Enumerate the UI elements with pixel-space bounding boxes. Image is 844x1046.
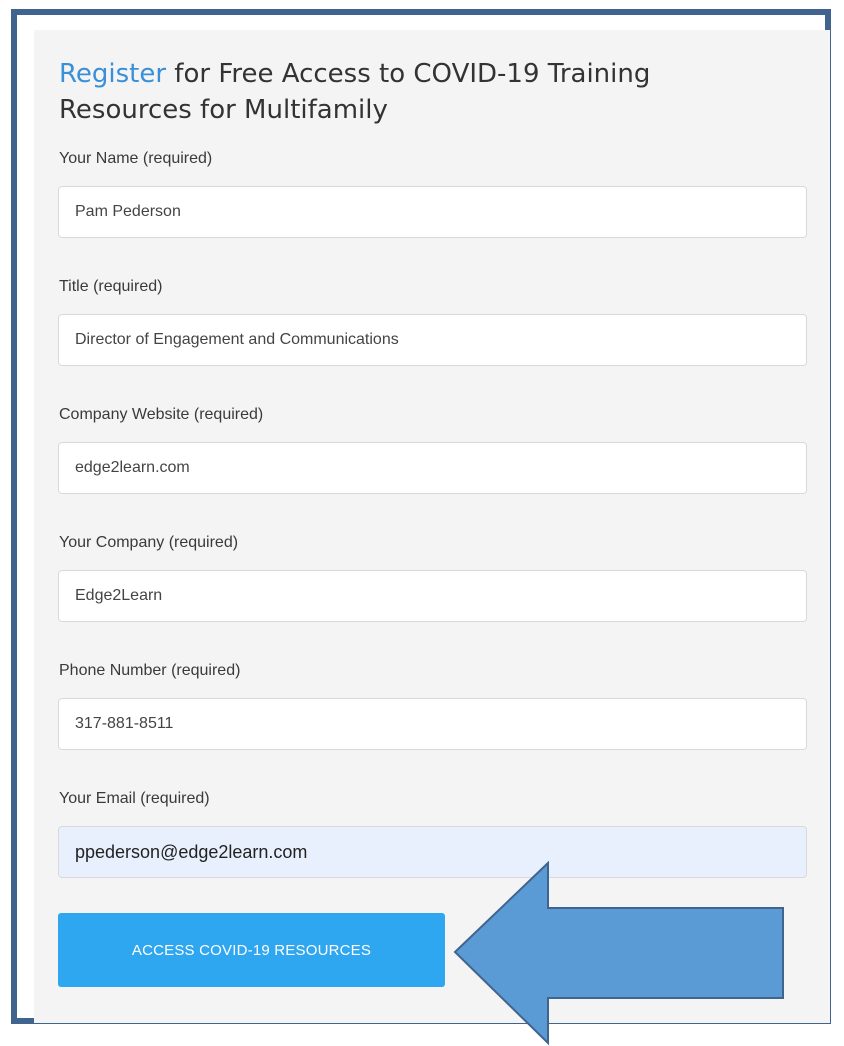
email-label: Your Email (required) bbox=[59, 790, 210, 807]
access-resources-button[interactable]: ACCESS COVID-19 RESOURCES bbox=[58, 913, 445, 987]
register-link[interactable]: Register bbox=[59, 59, 166, 89]
form-heading: Register for Free Access to COVID-19 Tra… bbox=[59, 56, 779, 128]
title-input[interactable] bbox=[58, 314, 807, 366]
pointer-arrow-shape bbox=[453, 860, 784, 1046]
pointer-arrow-icon bbox=[453, 860, 784, 1046]
company-website-input[interactable] bbox=[58, 442, 807, 494]
company-label: Your Company (required) bbox=[59, 534, 239, 551]
name-input[interactable] bbox=[58, 186, 807, 238]
company-website-label: Company Website (required) bbox=[59, 406, 264, 423]
company-input[interactable] bbox=[58, 570, 807, 622]
page: Register for Free Access to COVID-19 Tra… bbox=[0, 0, 844, 1046]
phone-input[interactable] bbox=[58, 698, 807, 750]
name-label: Your Name (required) bbox=[59, 150, 213, 167]
phone-label: Phone Number (required) bbox=[59, 662, 241, 679]
title-label: Title (required) bbox=[59, 278, 163, 295]
